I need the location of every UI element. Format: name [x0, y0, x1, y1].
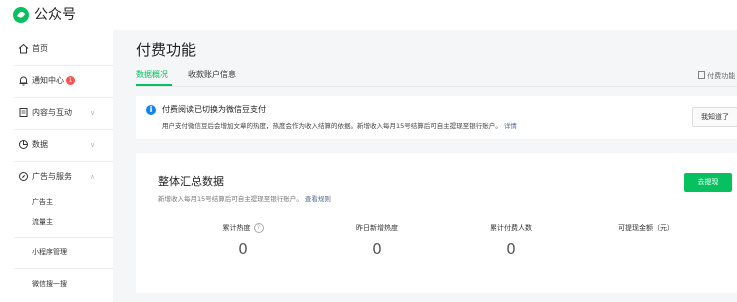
notice-text: 用户支付微信豆后会增加文章的热度，热度会作为收入结算的依据。新增收入每月15号结… [162, 122, 502, 130]
tab-payment-account[interactable]: 收款账户信息 [188, 69, 236, 81]
sidebar-item-label: 通知中心 [32, 76, 64, 85]
summary-card: 整体汇总数据 新增收入每月15号结算后可自主提现至银行账户。 查看规则 去提现 … [136, 153, 737, 293]
notice-banner: i 付费阅读已切换为微信豆支付 用户支付微信豆后会增加文章的热度，热度会作为收入… [136, 96, 737, 139]
notice-description: 用户支付微信豆后会增加文章的热度，热度会作为收入结算的依据。新增收入每月15号结… [162, 120, 517, 130]
sidebar-item-label: 数据 [32, 140, 48, 149]
metric-label-yesterday-heat: 昨日新增热度 [356, 224, 398, 232]
sidebar-divider [14, 65, 113, 66]
help-question-icon[interactable]: ? [253, 223, 264, 233]
metric-label-text: 累计热度 [222, 224, 251, 232]
sidebar-divider [14, 97, 113, 98]
withdraw-button[interactable]: 去提现 [684, 173, 732, 192]
document-icon [19, 108, 28, 117]
chevron-up-icon: ∧ [90, 173, 96, 181]
metric-value-total-heat: 0 [238, 240, 248, 258]
metric-value-total-payers: 0 [506, 240, 516, 258]
chevron-down-icon: ∨ [90, 141, 96, 149]
sidebar-item-label: 广告与服务 [32, 172, 72, 181]
tab-data-overview[interactable]: 数据概况 [136, 69, 168, 81]
sidebar-item-content[interactable]: 内容与互动 ∨ [0, 102, 113, 124]
metric-label-total-payers: 累计付费人数 [490, 224, 532, 232]
metric-value-yesterday-heat: 0 [372, 240, 382, 258]
page-title: 付费功能 [136, 41, 197, 59]
help-doc-label: 付费功能 [707, 72, 736, 80]
top-bar: 公众号 [0, 0, 737, 30]
bell-icon [19, 76, 28, 86]
summary-title: 整体汇总数据 [158, 175, 224, 188]
sidebar-subitem-wechat-search[interactable]: 微信搜一搜 [32, 277, 67, 291]
sidebar-item-notifications[interactable]: 通知中心 1 [0, 70, 113, 92]
wechat-oa-logo-icon[interactable] [12, 6, 30, 24]
sidebar-item-ads-services[interactable]: 广告与服务 ∧ [0, 166, 113, 188]
pie-chart-icon [19, 140, 28, 149]
compass-icon [19, 172, 28, 181]
sidebar-item-label: 首页 [32, 44, 48, 53]
notice-details-link[interactable]: 详情 [504, 122, 517, 130]
view-rules-link[interactable]: 查看规则 [305, 195, 331, 203]
chevron-down-icon: ∨ [90, 109, 96, 117]
sidebar-divider [14, 129, 113, 130]
help-doc-link[interactable]: 付费功能 [698, 71, 735, 81]
info-icon: i [146, 105, 156, 115]
summary-subtitle-text: 新增收入每月15号结算后可自主提现至银行账户。 [158, 195, 303, 203]
metric-label-total-heat: 累计热度? [183, 223, 303, 233]
sidebar-subitem-advertiser[interactable]: 广告主 [32, 195, 53, 209]
tab-divider [136, 86, 737, 87]
notification-badge: 1 [66, 76, 75, 85]
summary-subtitle: 新增收入每月15号结算后可自主提现至银行账户。 查看规则 [158, 193, 331, 203]
sidebar-item-data[interactable]: 数据 ∨ [0, 134, 113, 156]
home-icon [18, 43, 29, 54]
sidebar-divider [14, 237, 113, 238]
document-icon [698, 71, 705, 79]
sidebar-divider [14, 161, 113, 162]
sidebar: 首页 通知中心 1 内容与互动 ∨ 数据 ∨ 广告与服务 ∧ 广告主 流量主 小… [0, 30, 113, 302]
sidebar-item-home[interactable]: 首页 [0, 38, 113, 60]
sidebar-subitem-miniprogram[interactable]: 小程序管理 [32, 245, 67, 259]
sidebar-subitem-publisher[interactable]: 流量主 [32, 215, 53, 229]
metric-label-withdrawable: 可提现金额（元） [618, 224, 674, 232]
brand-title[interactable]: 公众号 [34, 5, 76, 25]
acknowledge-button[interactable]: 我知道了 [692, 107, 737, 127]
notice-title: 付费阅读已切换为微信豆支付 [162, 105, 266, 114]
sidebar-item-label: 内容与互动 [32, 108, 72, 117]
sidebar-divider [14, 268, 113, 269]
